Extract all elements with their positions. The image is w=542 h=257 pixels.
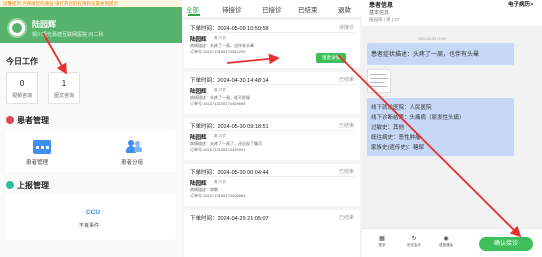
past-history: 既往病史：恶性肿瘤	[371, 135, 421, 141]
family-history: 家族史(遗传史)：糖尿	[371, 145, 425, 151]
allergy-history: 过敏史：其他	[371, 125, 405, 131]
report-section-icon	[6, 181, 14, 189]
patient-summary: 陆园辉 | 男 | 27	[369, 17, 400, 22]
order-time: 下单时间：2024-04-29 21:05:07	[190, 216, 269, 222]
order-patient-name: 陆园辉	[190, 89, 207, 95]
video-consult-stat[interactable]: 0 视频咨询	[6, 72, 38, 104]
order-status: 已结束	[338, 169, 354, 175]
report-section-title: 上报管理	[17, 181, 49, 190]
order-card[interactable]: 下单时间：2024-05-30 09:18:51 已结束 陆园辉 男 27岁 病…	[184, 118, 360, 160]
more-button[interactable]: ▦ 更多	[374, 235, 390, 248]
adverse-event-button[interactable]: 不良事件	[79, 222, 99, 229]
patient-group-icon	[126, 140, 142, 154]
patient-info-title: 患者信息	[369, 3, 394, 9]
text-consult-stat[interactable]: 1 图文咨询	[48, 72, 80, 104]
patient-info-header: 患者信息 电子病历> 基本信息 陆园辉 | 男 | 27	[362, 0, 542, 26]
order-patient-meta: 男 27岁	[214, 134, 226, 138]
order-id: 订单号:1616713155174459694	[190, 101, 246, 106]
patient-section-title: 患者管理	[17, 116, 49, 125]
text-consult-count: 1	[61, 79, 67, 88]
order-time: 下单时间：2024-05-30 00:04:44	[190, 170, 269, 176]
tab-pending[interactable]: 待接诊	[222, 4, 242, 14]
order-id: 订单号:1616713155174406684	[190, 193, 246, 198]
order-list-panel: 全部 待接诊 已接诊 已结束 退款 下单时间：2024-05-09 10:59:…	[182, 0, 362, 257]
history-consult-button[interactable]: ↻ 历史会诊	[406, 235, 422, 248]
calendar-icon	[33, 140, 51, 154]
doctor-name: 陆园辉	[32, 20, 56, 29]
video-consult-count: 0	[19, 79, 25, 88]
doctor-header[interactable]: 陆园辉 铜川银光嘉德互联网医院 内二科	[0, 7, 182, 43]
patient-manage-button[interactable]: 患者管理	[26, 158, 48, 166]
offline-diagnosis: 线下诊断结果：头痛病（原发性头痛）	[371, 115, 465, 121]
message-timestamp: 2024-05-09 10:59	[418, 37, 446, 41]
active-tab-indicator	[188, 14, 200, 16]
order-patient-meta: 男 27岁	[214, 88, 226, 92]
text-consult-label: 图文咨询	[53, 93, 74, 99]
complaint-text: 患者症状描述：头疼了一周，也伴有头晕	[371, 52, 480, 58]
tab-refund[interactable]: 退款	[338, 4, 351, 14]
voice-call-button[interactable]: ◉ 语音通话	[438, 235, 454, 248]
order-status: 已结束	[338, 215, 354, 221]
order-card[interactable]: 下单时间：2024-04-30 14:48:14 已结束 陆园辉 男 27岁 病…	[184, 72, 360, 114]
offline-hospital: 线下就诊医院：人民医院	[371, 105, 432, 111]
order-card[interactable]: 下单时间：2024-04-29 21:05:07 已结束	[184, 210, 360, 257]
order-id: 订单号:1616713155174352299	[190, 49, 246, 54]
voice-icon: ◉	[443, 236, 449, 242]
order-status: 已结束	[338, 77, 354, 83]
order-time: 下单时间：2024-05-09 10:59:58	[190, 26, 269, 32]
patient-section-icon	[6, 116, 14, 124]
video-consult-label: 视频咨询	[11, 93, 32, 99]
basic-info-label: 基本信息	[369, 10, 390, 16]
order-patient-name: 陆园辉	[190, 37, 207, 43]
tab-finished[interactable]: 已结束	[298, 4, 318, 14]
order-time: 下单时间：2024-05-30 09:18:51	[190, 124, 269, 130]
doctor-avatar	[7, 18, 27, 38]
patient-group-button[interactable]: 患者分组	[121, 158, 143, 166]
permission-notice: 温馨提示:为保障您的收益,请打开您的权限和设置收到提示	[0, 0, 182, 7]
doctor-workspace-panel: 温馨提示:为保障您的收益,请打开您的权限和设置收到提示 陆园辉 铜川银光嘉德互联…	[0, 0, 182, 257]
tab-accepted[interactable]: 已接诊	[262, 4, 282, 14]
attachment-thumbnail[interactable]	[367, 69, 391, 93]
order-tabs: 全部 待接诊 已接诊 已结束 退款	[182, 0, 362, 18]
patient-detail-button[interactable]: 患者详情	[316, 53, 346, 63]
order-status: 待接诊	[338, 25, 354, 31]
order-id: 订单号:1616713155174439931	[190, 147, 246, 152]
doctor-hospital: 铜川银光嘉德互联网医院 内二科	[32, 32, 104, 38]
confirm-accept-button[interactable]: 确认接诊	[479, 237, 533, 251]
order-patient-meta: 男 27岁	[214, 36, 226, 40]
complaint-message: 患者症状描述：头疼了一周，也伴有头晕	[367, 43, 514, 65]
order-status: 已结束	[338, 123, 354, 129]
history-icon: ↻	[411, 236, 417, 242]
order-patient-meta: 男 27岁	[214, 180, 226, 184]
clinical-info-message: 线下就诊医院：人民医院 线下诊断结果：头痛病（原发性头痛） 过敏史：其他 既往病…	[367, 98, 514, 156]
emr-link[interactable]: 电子病历>	[508, 0, 533, 8]
order-patient-name: 陆园辉	[190, 135, 207, 141]
order-card[interactable]: 下单时间：2024-05-30 00:04:44 已结束 陆园辉 男 27岁 病…	[184, 164, 360, 206]
tab-all[interactable]: 全部	[186, 4, 199, 14]
report-card	[6, 195, 176, 240]
grid-icon: ▦	[379, 236, 385, 242]
ccu-icon: CCU	[86, 209, 101, 216]
consultation-panel: 患者信息 电子病历> 基本信息 陆园辉 | 男 | 27 2024-05-09 …	[362, 0, 542, 257]
today-work-title: 今日工作	[6, 57, 38, 66]
order-time: 下单时间：2024-04-30 14:48:14	[190, 78, 269, 84]
order-patient-name: 陆园辉	[190, 181, 207, 187]
